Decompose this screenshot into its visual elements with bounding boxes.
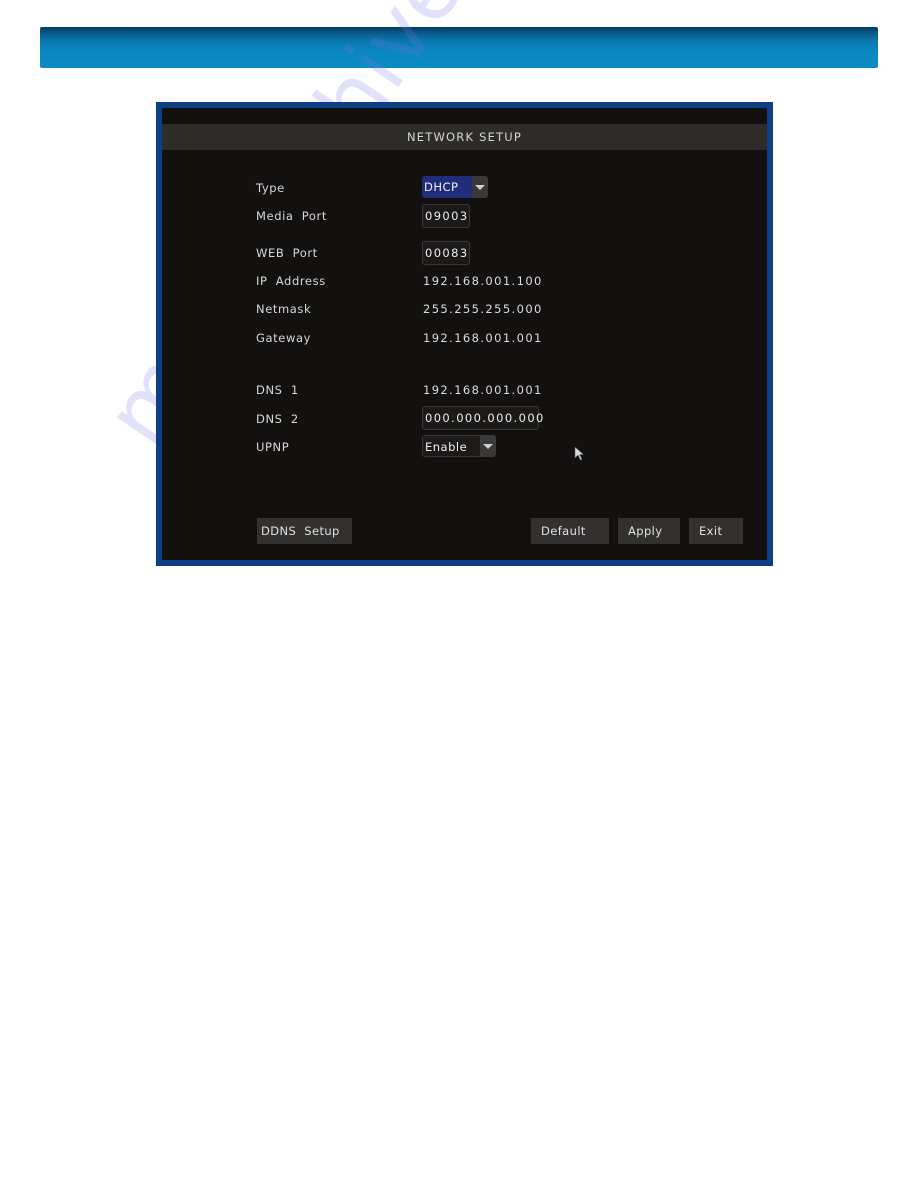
dialog-title: NETWORK SETUP xyxy=(162,124,767,150)
netmask-label: Netmask xyxy=(256,302,312,316)
upnp-select[interactable]: Enable xyxy=(422,435,496,457)
default-button[interactable]: Default xyxy=(531,518,609,544)
network-setup-dialog: NETWORK SETUP Type DHCP Media Port 09003… xyxy=(162,108,767,560)
dvr-window-frame: NETWORK SETUP Type DHCP Media Port 09003… xyxy=(156,102,773,566)
page-header-bar xyxy=(40,27,878,68)
exit-button[interactable]: Exit xyxy=(689,518,743,544)
web-port-label: WEB Port xyxy=(256,246,318,260)
dns1-value: 192.168.001.001 xyxy=(423,383,543,397)
type-select[interactable]: DHCP xyxy=(422,176,488,198)
type-label: Type xyxy=(256,181,285,195)
media-port-label: Media Port xyxy=(256,209,327,223)
chevron-down-icon[interactable] xyxy=(472,176,488,198)
dns1-label: DNS 1 xyxy=(256,383,299,397)
gateway-value: 192.168.001.001 xyxy=(423,331,543,345)
dns2-input[interactable]: 000.000.000.000 xyxy=(422,406,543,430)
upnp-select-value: Enable xyxy=(422,435,480,457)
upnp-label: UPNP xyxy=(256,440,290,454)
ip-address-value: 192.168.001.100 xyxy=(423,274,543,288)
dns2-label: DNS 2 xyxy=(256,412,299,426)
media-port-input[interactable]: 09003 xyxy=(422,204,470,228)
gateway-label: Gateway xyxy=(256,331,312,345)
web-port-input[interactable]: 00083 xyxy=(422,241,470,265)
chevron-down-icon[interactable] xyxy=(480,435,496,457)
ddns-setup-button[interactable]: DDNS Setup xyxy=(257,518,352,544)
type-select-value: DHCP xyxy=(422,176,472,198)
mouse-cursor-icon xyxy=(574,446,585,461)
apply-button[interactable]: Apply xyxy=(618,518,680,544)
netmask-value: 255.255.255.000 xyxy=(423,302,543,316)
ip-address-label: IP Address xyxy=(256,274,326,288)
